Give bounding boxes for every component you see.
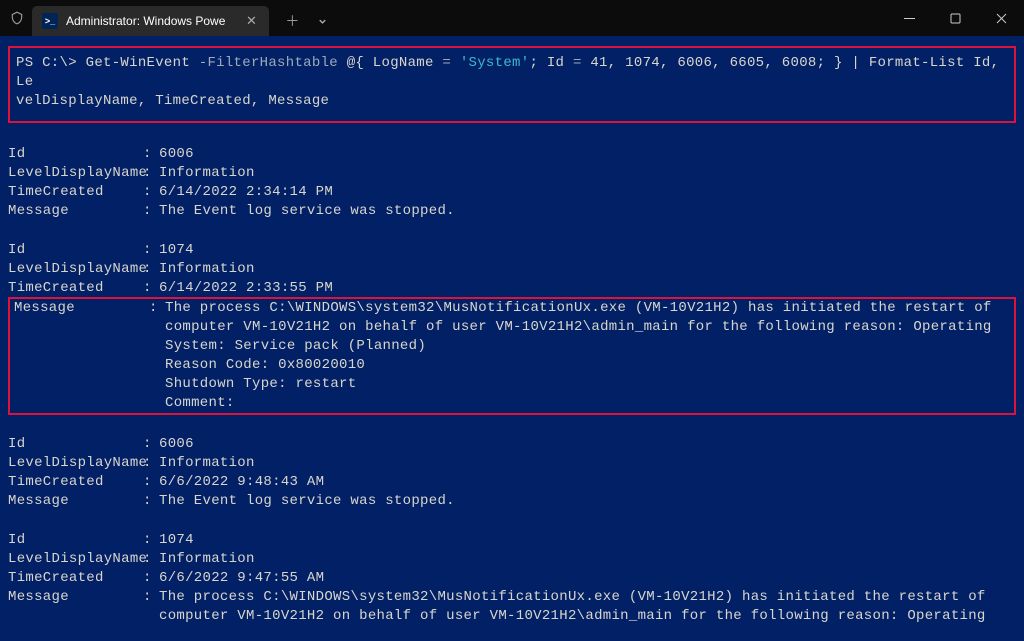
value-level: Information: [159, 164, 1016, 183]
tab-title: Administrator: Windows Powe: [66, 14, 225, 28]
close-button[interactable]: [978, 0, 1024, 36]
tab-close-button[interactable]: ✕: [243, 13, 259, 29]
message-highlight-box: Message:The process C:\WINDOWS\system32\…: [8, 297, 1016, 415]
label-id: Id: [8, 145, 143, 164]
value-id: 6006: [159, 145, 1016, 164]
event-entry-1: Id:6006 LevelDisplayName:Information Tim…: [8, 145, 1016, 221]
command-line-2: velDisplayName, TimeCreated, Message: [16, 92, 1008, 111]
value-time: 6/14/2022 2:34:14 PM: [159, 183, 1016, 202]
event-entry-3: Id:6006 LevelDisplayName:Information Tim…: [8, 435, 1016, 511]
maximize-button[interactable]: [932, 0, 978, 36]
command-line-1: PS C:\> Get-WinEvent -FilterHashtable @{…: [16, 54, 1008, 92]
tab-dropdown-button[interactable]: [307, 6, 337, 36]
tab-actions: ＋: [277, 6, 337, 36]
label-level: LevelDisplayName: [8, 164, 143, 183]
event-entry-2: Id:1074 LevelDisplayName:Information Tim…: [8, 241, 1016, 415]
event-entry-4: Id:1074 LevelDisplayName:Information Tim…: [8, 531, 1016, 626]
powershell-icon: >_: [42, 13, 58, 29]
new-tab-button[interactable]: ＋: [277, 6, 307, 36]
label-time: TimeCreated: [8, 183, 143, 202]
terminal-output[interactable]: PS C:\> Get-WinEvent -FilterHashtable @{…: [0, 36, 1024, 641]
command-highlight-box: PS C:\> Get-WinEvent -FilterHashtable @{…: [8, 46, 1016, 123]
window-controls: [886, 0, 1024, 36]
titlebar: >_ Administrator: Windows Powe ✕ ＋: [0, 0, 1024, 36]
value-message: The Event log service was stopped.: [159, 202, 1016, 221]
shield-icon: [10, 10, 24, 26]
terminal-tab[interactable]: >_ Administrator: Windows Powe ✕: [32, 6, 269, 36]
label-message: Message: [8, 202, 143, 221]
minimize-button[interactable]: [886, 0, 932, 36]
